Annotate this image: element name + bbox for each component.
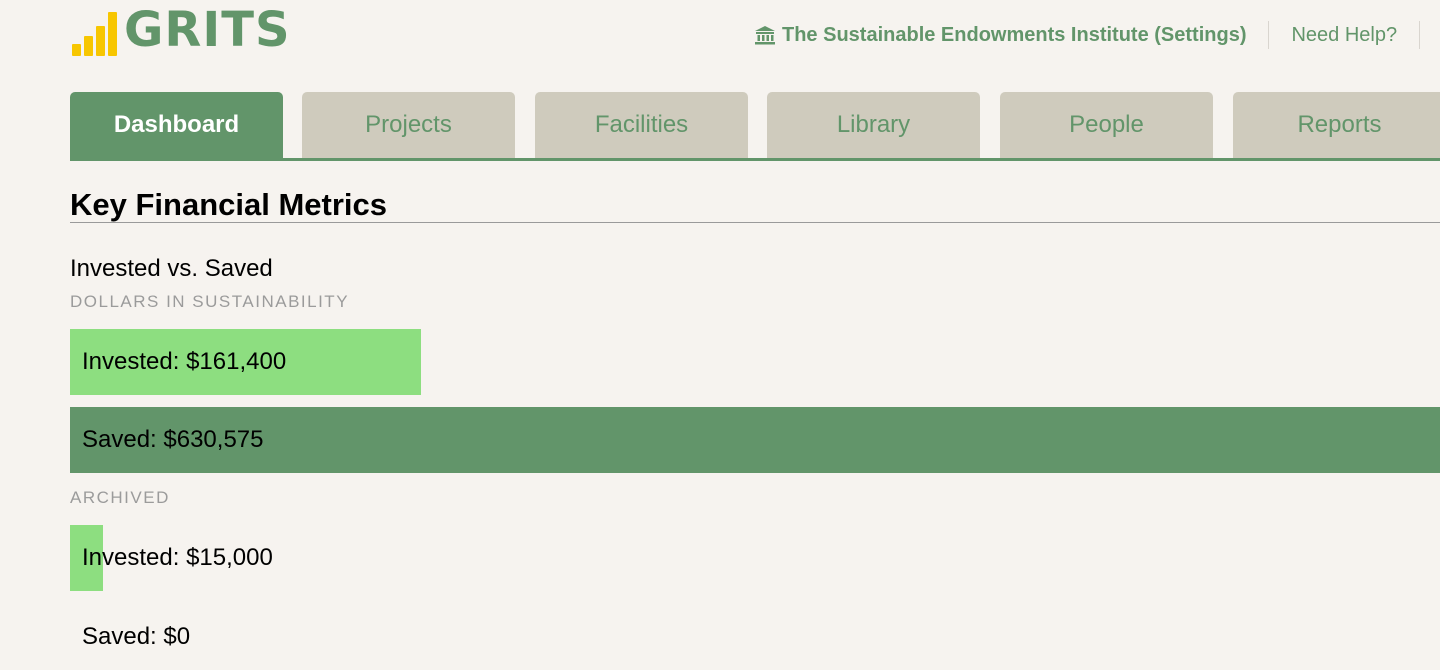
tab-library[interactable]: Library (767, 92, 980, 158)
logo-bars-icon (72, 8, 120, 56)
bar-label: Invested: $161,400 (82, 348, 287, 375)
need-help-link[interactable]: Need Help? (1291, 24, 1397, 47)
tab-dashboard[interactable]: Dashboard (70, 92, 283, 158)
grits-logo[interactable]: GRITS (72, 2, 291, 56)
group-label-dollars: DOLLARS IN SUSTAINABILITY (70, 292, 350, 311)
tab-people[interactable]: People (1000, 92, 1213, 158)
bar-row-archived-invested: Invested: $15,000 (70, 525, 1440, 591)
org-settings-link[interactable]: The Sustainable Endowments Institute (Se… (754, 24, 1246, 47)
org-settings-label: The Sustainable Endowments Institute (Se… (782, 23, 1247, 46)
bar-label: Invested: $15,000 (82, 544, 273, 571)
institution-icon (755, 26, 775, 45)
section-divider (70, 222, 1440, 223)
nav-divider (1268, 21, 1270, 49)
chart-title: Invested vs. Saved (70, 255, 273, 282)
bar-row-invested: Invested: $161,400 (70, 329, 1440, 395)
bar-row-archived-saved: Saved: $0 (70, 604, 1440, 670)
section-title: Key Financial Metrics (70, 187, 388, 222)
tab-reports[interactable]: Reports (1233, 92, 1440, 158)
bar-row-saved: Saved: $630,575 (70, 407, 1440, 473)
bar-saved (70, 407, 1440, 473)
bar-label: Saved: $0 (82, 623, 191, 650)
main-tabs: Dashboard Projects Facilities Library Pe… (70, 92, 1440, 161)
tab-projects[interactable]: Projects (302, 92, 515, 158)
top-nav: The Sustainable Endowments Institute (Se… (754, 20, 1440, 50)
tab-facilities[interactable]: Facilities (535, 92, 748, 158)
logo-text: GRITS (124, 2, 291, 58)
tabs-underline (70, 158, 1440, 161)
group-label-archived: ARCHIVED (70, 488, 170, 507)
bar-label: Saved: $630,575 (82, 426, 264, 453)
nav-divider (1419, 21, 1421, 49)
header: GRITS The Sustainable Endowments Institu… (0, 0, 1440, 70)
